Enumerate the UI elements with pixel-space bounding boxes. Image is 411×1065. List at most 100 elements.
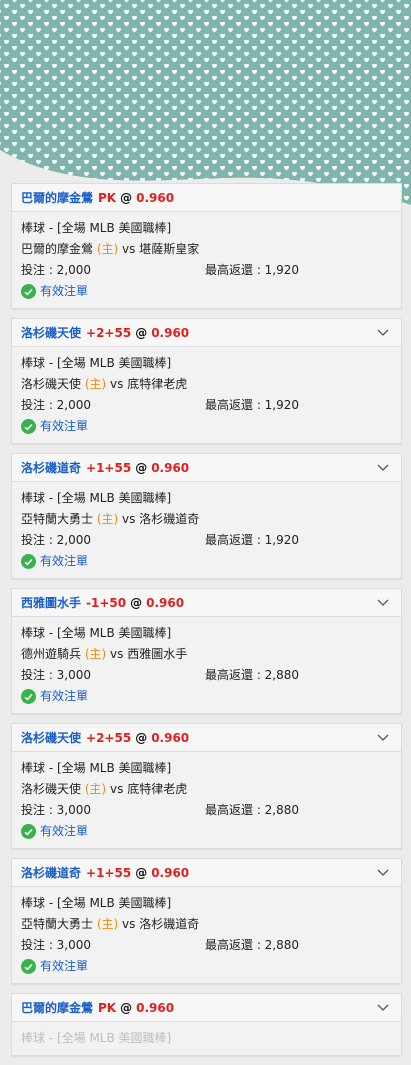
away-team: 底特律老虎 [127,782,188,796]
away-team: 底特律老虎 [127,377,188,391]
home-tag: (主) [84,377,107,391]
bet-handicap: -1+50 [86,596,127,610]
bet-status: 有效注單 [21,551,392,572]
bet-status: 有效注單 [21,956,392,977]
bet-card-body: 棒球 - [全場 MLB 美國職棒] 洛杉磯天使 (主) vs 底特律老虎 投注… [12,347,401,443]
stake-label: 投注 : 3,000 [21,668,92,682]
bet-title-team: 洛杉磯天使 [21,326,82,340]
bet-handicap: +1+55 [86,461,132,475]
bet-matchup: 巴爾的摩金鶯 (主) vs 堪薩斯皇家 [21,239,392,260]
vs-label: vs [122,512,136,526]
bet-card-header[interactable]: 巴爾的摩金鶯 PK @0.960 [12,184,401,212]
max-return-label: 最高返還 : 1,920 [205,263,300,277]
bet-card-header[interactable]: 洛杉磯天使 +2+55 @0.960 [12,319,401,347]
bet-card[interactable]: 洛杉磯天使 +2+55 @0.960 棒球 - [全場 MLB 美國職棒] 洛杉磯天… [11,318,402,444]
stake-label: 投注 : 3,000 [21,803,92,817]
vs-label: vs [110,377,124,391]
away-team: 堪薩斯皇家 [139,242,200,256]
bet-status: 有效注單 [21,821,392,842]
home-tag: (主) [96,242,119,256]
bet-title: 洛杉磯天使 +2+55 @0.960 [21,729,189,746]
bet-list: 巴爾的摩金鶯 PK @0.960 棒球 - [全場 MLB 美國職棒] 巴爾的摩金鶯… [0,183,411,1065]
home-team: 亞特蘭大勇士 [21,917,94,931]
bet-at-sign: @ [120,191,133,205]
bet-league: 棒球 - [全場 MLB 美國職棒] [21,1031,172,1045]
bet-matchup: 亞特蘭大勇士 (主) vs 洛杉磯道奇 [21,914,392,935]
bet-handicap: +2+55 [86,731,132,745]
bet-matchup: 洛杉磯天使 (主) vs 底特律老虎 [21,779,392,800]
bet-status: 有效注單 [21,416,392,437]
bet-title-team: 洛杉磯道奇 [21,461,82,475]
bet-odds: 0.960 [136,191,175,205]
max-return-label: 最高返還 : 1,920 [205,398,300,412]
bet-card[interactable]: 洛杉磯道奇 +1+55 @0.960 棒球 - [全場 MLB 美國職棒] 亞特蘭大… [11,453,402,579]
bet-league: 棒球 - [全場 MLB 美國職棒] [21,221,172,235]
bet-at-sign: @ [135,326,148,340]
bet-card-header[interactable]: 洛杉磯道奇 +1+55 @0.960 [12,859,401,887]
home-team: 亞特蘭大勇士 [21,512,94,526]
status-label: 有效注單 [40,419,89,433]
bet-card[interactable]: 洛杉磯天使 +2+55 @0.960 棒球 - [全場 MLB 美國職棒] 洛杉磯天… [11,723,402,849]
bet-handicap: PK [98,191,117,205]
bet-card[interactable]: 巴爾的摩金鶯 PK @0.960 棒球 - [全場 MLB 美國職棒] [11,993,402,1056]
chevron-down-icon[interactable] [377,598,391,608]
home-team: 洛杉磯天使 [21,782,82,796]
home-team: 德州遊騎兵 [21,647,82,661]
home-tag: (主) [84,782,107,796]
status-label: 有效注單 [40,554,89,568]
bet-card-body: 棒球 - [全場 MLB 美國職棒] 亞特蘭大勇士 (主) vs 洛杉磯道奇 投… [12,482,401,578]
stake-label: 投注 : 2,000 [21,398,92,412]
bet-title-team: 巴爾的摩金鶯 [21,191,94,205]
bet-card[interactable]: 巴爾的摩金鶯 PK @0.960 棒球 - [全場 MLB 美國職棒] 巴爾的摩金鶯… [11,183,402,309]
bet-league: 棒球 - [全場 MLB 美國職棒] [21,626,172,640]
chevron-down-icon[interactable] [377,463,391,473]
bet-odds: 0.960 [151,731,190,745]
status-label: 有效注單 [40,824,89,838]
bet-card-header[interactable]: 洛杉磯天使 +2+55 @0.960 [12,724,401,752]
check-circle-icon [21,419,36,434]
max-return-label: 最高返還 : 2,880 [205,803,300,817]
bet-amount-row: 投注 : 3,000 最高返還 : 2,880 [21,665,392,686]
bet-card[interactable]: 西雅圖水手 -1+50 @0.960 棒球 - [全場 MLB 美國職棒] 德州遊騎… [11,588,402,714]
bet-card[interactable]: 洛杉磯道奇 +1+55 @0.960 棒球 - [全場 MLB 美國職棒] 亞特蘭大… [11,858,402,984]
bet-card-header[interactable]: 洛杉磯道奇 +1+55 @0.960 [12,454,401,482]
status-label: 有效注單 [40,959,89,973]
chevron-down-icon[interactable] [377,1003,391,1013]
bet-at-sign: @ [135,461,148,475]
stake-label: 投注 : 3,000 [21,938,92,952]
bet-at-sign: @ [135,731,148,745]
chevron-down-icon[interactable] [377,733,391,743]
bet-handicap: PK [98,1001,117,1015]
bet-card-body: 棒球 - [全場 MLB 美國職棒] 巴爾的摩金鶯 (主) vs 堪薩斯皇家 投… [12,212,401,308]
check-circle-icon [21,284,36,299]
vs-label: vs [122,242,136,256]
bet-card-header[interactable]: 西雅圖水手 -1+50 @0.960 [12,589,401,617]
max-return-label: 最高返還 : 1,920 [205,533,300,547]
chevron-down-icon[interactable] [377,328,391,338]
bet-card-header[interactable]: 巴爾的摩金鶯 PK @0.960 [12,994,401,1022]
bet-title: 洛杉磯道奇 +1+55 @0.960 [21,459,189,476]
away-team: 西雅圖水手 [127,647,188,661]
bet-league: 棒球 - [全場 MLB 美國職棒] [21,896,172,910]
stake-label: 投注 : 2,000 [21,263,92,277]
away-team: 洛杉磯道奇 [139,917,200,931]
bet-title-team: 巴爾的摩金鶯 [21,1001,94,1015]
bet-status: 有效注單 [21,686,392,707]
bet-title-team: 洛杉磯天使 [21,731,82,745]
bet-title-team: 西雅圖水手 [21,596,82,610]
bet-card-body: 棒球 - [全場 MLB 美國職棒] 洛杉磯天使 (主) vs 底特律老虎 投注… [12,752,401,848]
home-tag: (主) [96,917,119,931]
vs-label: vs [110,647,124,661]
bet-status: 有效注單 [21,281,392,302]
home-tag: (主) [96,512,119,526]
home-tag: (主) [84,647,107,661]
vs-label: vs [110,782,124,796]
bet-amount-row: 投注 : 2,000 最高返還 : 1,920 [21,530,392,551]
status-label: 有效注單 [40,284,89,298]
away-team: 洛杉磯道奇 [139,512,200,526]
chevron-down-icon[interactable] [377,868,391,878]
bet-matchup: 亞特蘭大勇士 (主) vs 洛杉磯道奇 [21,509,392,530]
bet-amount-row: 投注 : 3,000 最高返還 : 2,880 [21,800,392,821]
bet-amount-row: 投注 : 3,000 最高返還 : 2,880 [21,935,392,956]
home-team: 洛杉磯天使 [21,377,82,391]
